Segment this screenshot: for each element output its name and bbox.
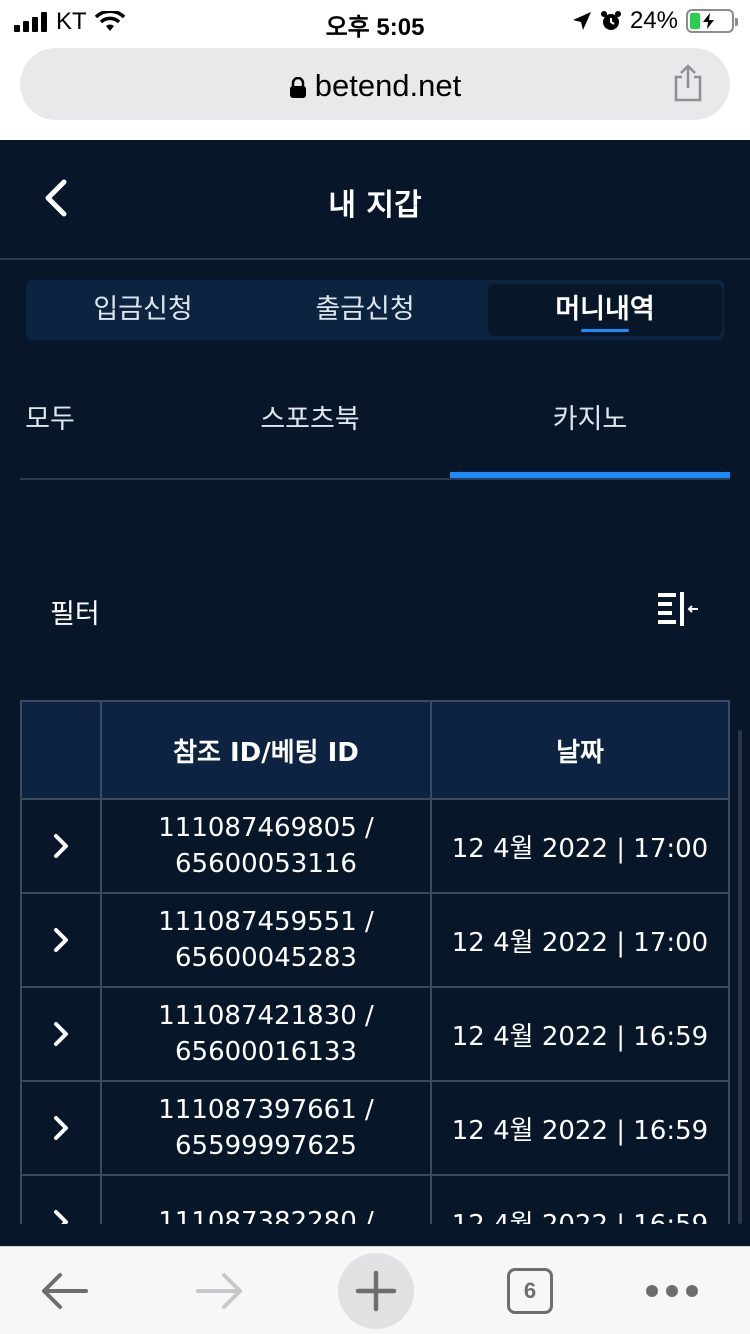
browser-toolbar: 6 (0, 1246, 750, 1334)
tab-withdraw[interactable]: 출금신청 (248, 284, 482, 336)
row-expand[interactable] (22, 1082, 102, 1174)
lock-icon (289, 76, 306, 98)
row-ids: 111087397661 / 65599997625 (102, 1082, 432, 1174)
chevron-right-icon[interactable] (50, 1114, 72, 1142)
alarm-icon (600, 11, 621, 30)
tab-money-history[interactable]: 머니내역 (488, 284, 722, 336)
battery-nub (735, 18, 738, 26)
row-date: 12 4월 2022 | 17:00 (451, 927, 709, 958)
row-ids: 111087459551 / 65600045283 (102, 894, 432, 986)
wallet-tabs: 입금신청 출금신청 머니내역 (26, 280, 724, 340)
table-row[interactable]: 111087382280 / 12 4월 2022 | 16:59 (20, 1176, 730, 1224)
browser-forward-button[interactable] (182, 1253, 258, 1329)
row-expand[interactable] (22, 988, 102, 1080)
plus-icon (355, 1270, 397, 1312)
row-ids: 111087382280 / (102, 1176, 432, 1224)
address-bar[interactable]: betend.net (20, 48, 730, 120)
more-button[interactable] (634, 1253, 710, 1329)
header-date: 날짜 (556, 737, 604, 768)
status-bar: KT 오후 5:05 24% (0, 0, 750, 41)
transaction-table: 참조 ID/베팅 ID 날짜 111087469805 / 65600053116… (20, 700, 730, 1224)
bet-id: 65599997625 (175, 1131, 357, 1161)
filter-label[interactable]: 필터 (50, 592, 100, 631)
bet-id: 65600045283 (175, 943, 357, 973)
address-url[interactable]: betend.net (20, 68, 730, 104)
filter-toggle-icon[interactable] (656, 590, 700, 628)
table-row[interactable]: 111087469805 / 65600053116 12 4월 2022 | 1… (20, 800, 730, 894)
table-header: 참조 ID/베팅 ID 날짜 (20, 700, 730, 800)
browser-address-area: betend.net (0, 40, 750, 140)
bet-id: 65600053116 (175, 849, 357, 879)
bet-id: 65600016133 (175, 1037, 357, 1067)
subtab-all[interactable]: 모두 (20, 380, 190, 476)
subtab-sportsbook[interactable]: 스포츠북 (170, 380, 450, 476)
new-tab-button[interactable] (338, 1253, 414, 1329)
browser-back-button[interactable] (26, 1253, 102, 1329)
share-icon[interactable] (672, 64, 704, 102)
arrow-left-icon (42, 1273, 88, 1309)
row-ids: 111087421830 / 65600016133 (102, 988, 432, 1080)
ref-id: 111087382280 / (158, 1207, 374, 1224)
row-ids: 111087469805 / 65600053116 (102, 800, 432, 892)
subtab-casino[interactable]: 카지노 (450, 380, 730, 478)
header-ref-id: 참조 ID/베팅 ID (102, 702, 432, 798)
location-icon (572, 12, 591, 30)
row-expand[interactable] (22, 894, 102, 986)
ref-id: 111087421830 / (158, 1001, 374, 1031)
url-text: betend.net (314, 68, 462, 103)
app-header: 내 지갑 (0, 140, 750, 260)
battery-fill (690, 13, 700, 29)
row-date: 12 4월 2022 | 17:00 (451, 833, 709, 864)
ref-id: 111087397661 / (158, 1095, 374, 1125)
page-title: 내 지갑 (328, 188, 422, 223)
page-scrollbar[interactable] (738, 730, 742, 1224)
charging-bolt-icon (703, 13, 714, 29)
row-date: 12 4월 2022 | 16:59 (451, 1021, 709, 1052)
history-category-tabs: 모두 스포츠북 카지노 (20, 380, 730, 480)
ref-id: 111087469805 / (158, 813, 374, 843)
header-expand-col (22, 702, 102, 798)
status-right: 24% (572, 7, 738, 35)
row-date: 12 4월 2022 | 16:59 (451, 1115, 709, 1146)
chevron-right-icon[interactable] (50, 832, 72, 860)
row-date: 12 4월 2022 | 16:59 (432, 1176, 728, 1225)
table-row[interactable]: 111087421830 / 65600016133 12 4월 2022 | 1… (20, 988, 730, 1082)
chevron-right-icon[interactable] (50, 1020, 72, 1048)
battery-percent: 24% (629, 7, 678, 34)
ref-id: 111087459551 / (158, 907, 374, 937)
tabs-button[interactable]: 6 (492, 1253, 568, 1329)
arrow-right-icon (196, 1273, 242, 1309)
table-row[interactable]: 111087459551 / 65600045283 12 4월 2022 | 1… (20, 894, 730, 988)
battery-icon (686, 9, 738, 33)
row-expand[interactable] (22, 800, 102, 892)
tab-deposit[interactable]: 입금신청 (26, 284, 260, 336)
chevron-right-icon[interactable] (50, 926, 72, 954)
chevron-right-icon[interactable] (50, 1208, 72, 1224)
row-expand[interactable] (22, 1176, 102, 1224)
table-row[interactable]: 111087397661 / 65599997625 12 4월 2022 | 1… (20, 1082, 730, 1176)
tabs-count: 6 (507, 1268, 553, 1314)
more-dots-icon (646, 1285, 698, 1297)
